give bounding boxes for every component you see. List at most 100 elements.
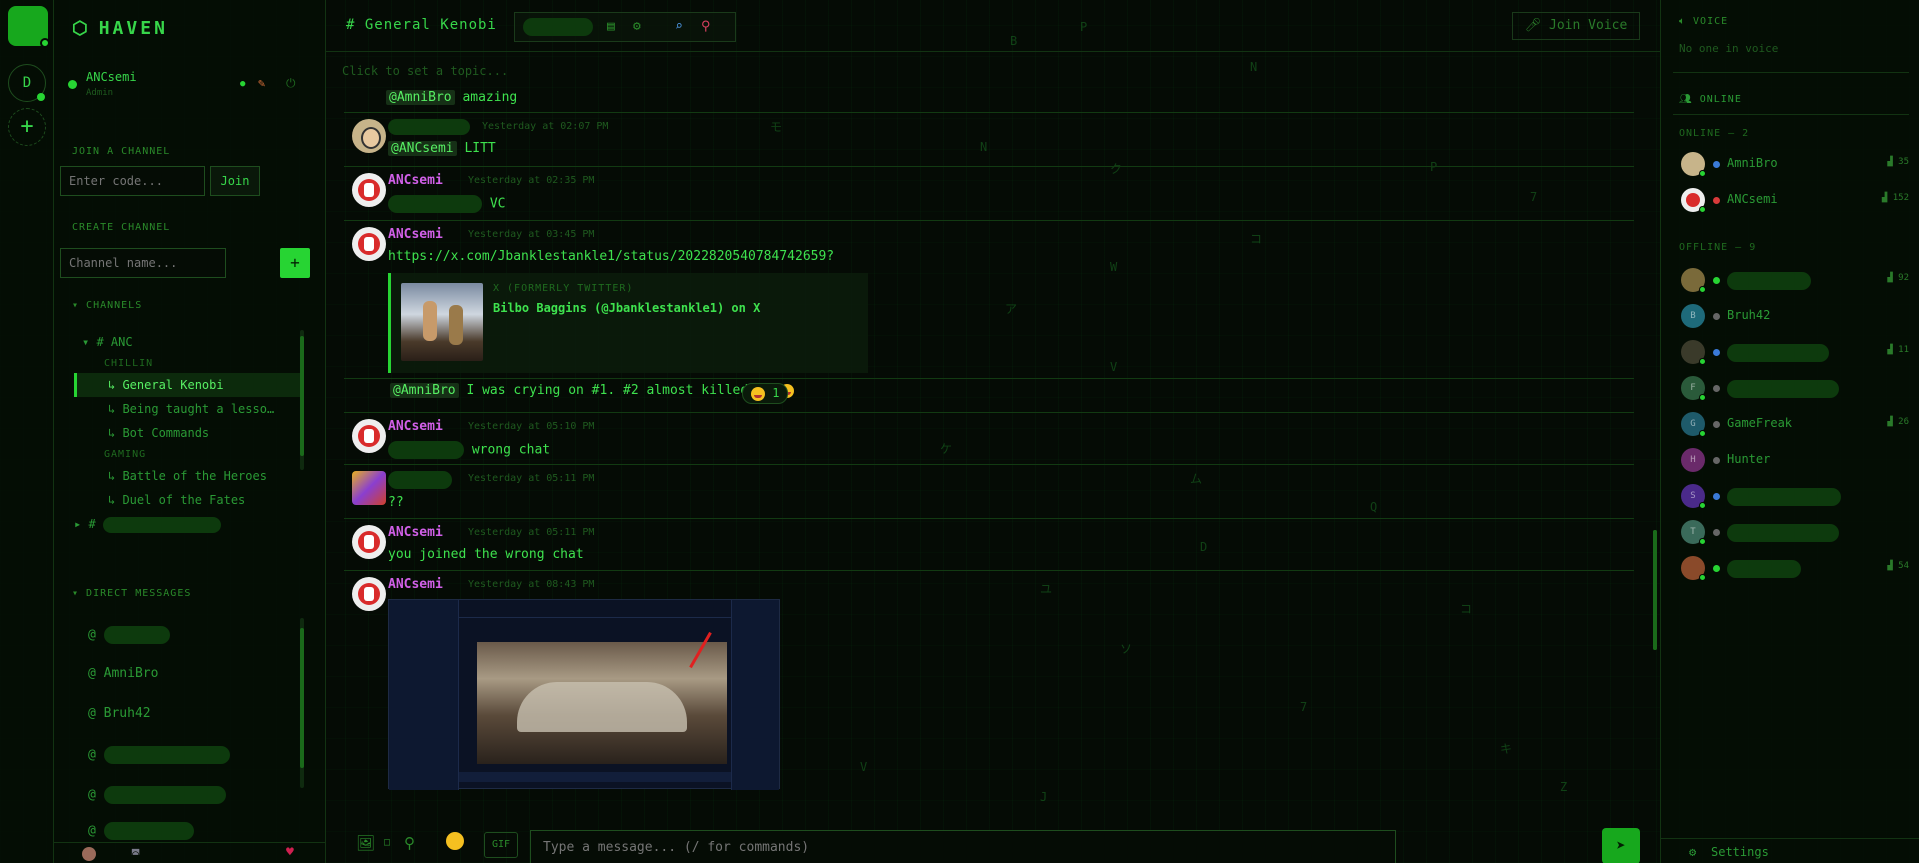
dm-item[interactable]: @ [88, 746, 230, 764]
settings-button[interactable]: ⚙ Settings [1661, 838, 1919, 863]
message-author[interactable]: ANCsemi [388, 525, 443, 540]
message-timestamp: Yesterday at 05:11 PM [468, 527, 595, 538]
dm-item-bruh42[interactable]: @ Bruh42 [88, 706, 151, 721]
square-icon[interactable]: □ [384, 837, 390, 848]
channels-header[interactable]: ▾ CHANNELS [72, 300, 142, 311]
user-mention[interactable]: @ANCsemi [388, 141, 457, 156]
member-item[interactable]: ▟ 92 [1681, 266, 1909, 294]
avatar: S [1681, 484, 1706, 509]
message-composer: 🖼︎ □ ⚲ GIF ➤ [326, 820, 1660, 863]
dm-header[interactable]: ▾ DIRECT MESSAGES [72, 588, 191, 599]
paperclip-icon[interactable]: ⚲ [404, 834, 415, 852]
member-item-hunter[interactable]: H Hunter [1681, 446, 1909, 474]
status-dot [68, 80, 77, 89]
member-item[interactable]: ▟ 54 [1681, 554, 1909, 582]
branch-icon: ↳ [108, 378, 123, 392]
member-scrollbar[interactable] [1653, 530, 1657, 650]
redacted-mention [388, 441, 464, 459]
member-item-amnibro[interactable]: AmniBro ▟ 35 [1681, 150, 1909, 178]
link-embed[interactable]: X (FORMERLY TWITTER) Bilbo Baggins (@Jba… [388, 273, 868, 373]
level-value: 11 [1898, 345, 1909, 355]
message-link[interactable]: https://x.com/Jbanklestankle1/status/202… [388, 249, 834, 264]
avatar[interactable] [352, 471, 386, 505]
avatar: G [1681, 412, 1706, 437]
headset-icon[interactable]: ◚ [132, 847, 139, 861]
create-channel-button[interactable]: + [280, 248, 310, 278]
image-attachment[interactable] [388, 599, 780, 790]
heart-icon[interactable]: ♥ [286, 845, 294, 860]
scrollbar-thumb[interactable] [300, 336, 304, 456]
topic-placeholder[interactable]: Click to set a topic... [342, 64, 508, 78]
dm-item-amnibro[interactable]: @ AmniBro [88, 666, 158, 681]
embed-thumbnail[interactable] [401, 283, 483, 361]
online-indicator [1699, 430, 1706, 437]
online-indicator [1699, 206, 1706, 213]
channel-scrollbar[interactable] [300, 330, 304, 470]
message-author[interactable]: ANCsemi [388, 419, 443, 434]
channel-item-battle-of-the-heroes[interactable]: ↳ Battle of the Heroes [74, 464, 304, 488]
server-group-redacted[interactable]: ▸ # [74, 512, 304, 536]
divider [1673, 114, 1909, 115]
edit-icon[interactable]: ✎ [258, 76, 265, 90]
clipboard-icon[interactable]: ▤ [607, 19, 615, 34]
message-input[interactable] [530, 830, 1396, 863]
redacted-author [388, 119, 470, 135]
member-item[interactable]: T [1681, 518, 1909, 546]
channel-header: # General Kenobi ▤ ⚙ ⌕ ⚲ 🎤︎ Join Voice [326, 0, 1660, 52]
avatar[interactable] [82, 847, 96, 861]
channel-name: Duel of the Fates [122, 493, 246, 507]
image-upload-icon[interactable]: 🖼︎ [356, 834, 375, 852]
settings-label: Settings [1711, 845, 1769, 859]
user-mention[interactable]: @AmniBro [390, 383, 459, 398]
message-author[interactable]: ANCsemi [388, 577, 443, 592]
channel-item-being-taught[interactable]: ↳ Being taught a lesso… [74, 397, 304, 421]
embed-title[interactable]: Bilbo Baggins (@Jbanklestankle1) on X [493, 301, 760, 315]
message-text: LITT [464, 141, 496, 156]
dm-scrollbar[interactable] [300, 618, 304, 788]
message-author[interactable]: ANCsemi [388, 227, 443, 242]
search-icon[interactable]: ⌕ [675, 19, 683, 34]
scrollbar-thumb[interactable] [300, 628, 304, 768]
member-item[interactable]: F [1681, 374, 1909, 402]
avatar[interactable] [352, 119, 386, 153]
reaction-pill[interactable]: 1 [742, 383, 789, 404]
pin-icon[interactable]: ⚲ [701, 19, 711, 34]
gear-icon[interactable]: ⚙ [633, 19, 641, 34]
power-icon[interactable]: ⏻ [286, 76, 296, 91]
status-toggle-icon[interactable]: ● [240, 79, 245, 89]
server-button[interactable]: D [8, 64, 46, 102]
send-button[interactable]: ➤ [1602, 828, 1640, 863]
message-author[interactable]: ANCsemi [388, 173, 443, 188]
avatar[interactable] [352, 525, 386, 559]
channel-name-input[interactable] [60, 248, 226, 278]
gif-button[interactable]: GIF [484, 832, 518, 858]
branch-icon: ↳ [108, 402, 123, 416]
channel-code-input[interactable] [60, 166, 205, 196]
avatar[interactable] [352, 227, 386, 261]
channel-item-duel-of-the-fates[interactable]: ↳ Duel of the Fates [74, 488, 304, 512]
channel-item-general-kenobi[interactable]: ↳ General Kenobi [74, 373, 304, 397]
message: ANCsemi Yesterday at 03:45 PM https://x.… [344, 220, 1634, 380]
avatar[interactable] [352, 173, 386, 207]
dm-item[interactable]: @ [88, 786, 226, 804]
user-mention[interactable]: @AmniBro [386, 90, 455, 105]
member-item-ancsemi[interactable]: ANCsemi ▟ 152 [1681, 186, 1909, 214]
server-group-anc[interactable]: ▾ # ANC [74, 330, 304, 354]
add-server-button[interactable]: + [8, 108, 46, 146]
join-button[interactable]: Join [210, 166, 260, 196]
dm-item[interactable]: @ [88, 822, 194, 840]
channel-item-bot-commands[interactable]: ↳ Bot Commands [74, 421, 304, 445]
member-item-gamefreak[interactable]: G GameFreak ▟ 26 [1681, 410, 1909, 438]
avatar [1681, 268, 1706, 293]
member-item[interactable]: ▟ 11 [1681, 338, 1909, 366]
dm-item[interactable]: @ [88, 626, 170, 644]
emoji-picker-icon[interactable] [446, 832, 464, 850]
member-name: ANCsemi [1727, 192, 1778, 206]
avatar[interactable] [352, 577, 386, 611]
home-server-button[interactable] [8, 6, 50, 48]
redacted-name [102, 516, 221, 533]
join-voice-button[interactable]: 🎤︎ Join Voice [1512, 12, 1640, 40]
member-item[interactable]: S [1681, 482, 1909, 510]
member-item-bruh42[interactable]: B Bruh42 [1681, 302, 1909, 330]
avatar[interactable] [352, 419, 386, 453]
